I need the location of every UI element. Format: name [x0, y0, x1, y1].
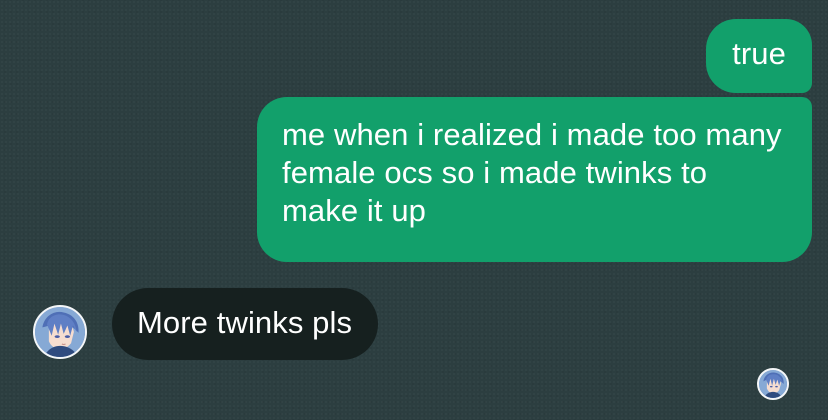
chat-thread: true me when i realized i made too many … — [0, 0, 828, 420]
message-text: me when i realized i made too many femal… — [282, 117, 782, 228]
message-text: true — [732, 36, 786, 71]
read-receipt-avatar-icon — [757, 368, 789, 400]
message-text: More twinks pls — [137, 305, 353, 340]
outgoing-message-bubble[interactable]: true — [706, 19, 812, 93]
outgoing-message-bubble[interactable]: me when i realized i made too many femal… — [257, 97, 812, 262]
user-avatar-icon[interactable] — [33, 305, 87, 359]
incoming-message-bubble[interactable]: More twinks pls — [112, 288, 379, 360]
